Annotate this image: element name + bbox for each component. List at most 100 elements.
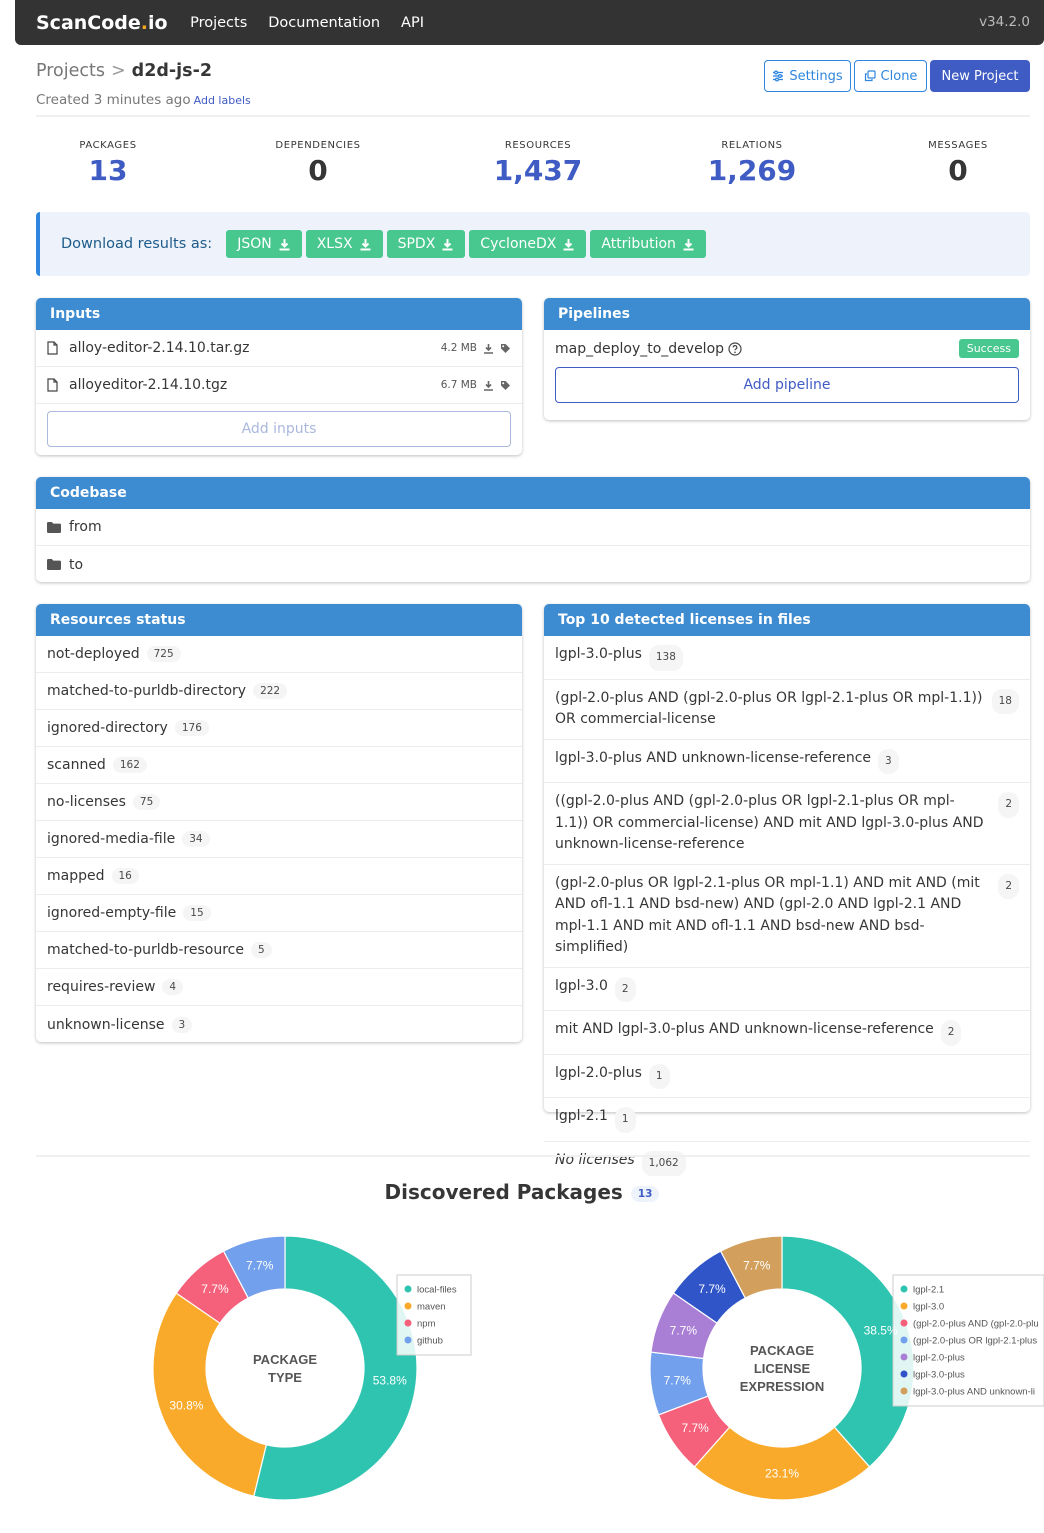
license-row[interactable]: lgpl-2.0-plus 1 (544, 1055, 1030, 1098)
license-row[interactable]: ((gpl-2.0-plus AND (gpl-2.0-plus OR lgpl… (544, 783, 1030, 865)
resource-status-row[interactable]: ignored-empty-file 15 (36, 895, 522, 932)
resource-status-label: ignored-media-file (47, 831, 176, 847)
codebase-dir-row[interactable]: from (36, 509, 1030, 546)
nav-api-link[interactable]: API (391, 15, 435, 31)
license-count: 2 (940, 1020, 962, 1046)
stat-resources[interactable]: RESOURCES 1,437 (488, 140, 588, 187)
license-row[interactable]: lgpl-3.0-plus AND unknown-license-refere… (544, 740, 1030, 783)
resource-status-row[interactable]: ignored-directory 176 (36, 710, 522, 747)
download-attribution-button[interactable]: Attribution (590, 230, 706, 258)
package-license-chart[interactable]: 38.5%23.1%7.7%7.7%7.7%7.7%7.7%PACKAGELIC… (636, 1225, 1044, 1515)
resource-status-row[interactable]: requires-review 4 (36, 969, 522, 1006)
download-format-label: Attribution (601, 236, 676, 252)
status-badge[interactable]: Success (958, 339, 1019, 358)
clone-label: Clone (880, 68, 918, 84)
resource-status-label: no-licenses (47, 794, 126, 810)
legend-item[interactable]: lgpl-3.0-plus AND unknown-li (913, 1387, 1035, 1398)
codebase-panel-title: Codebase (36, 477, 1030, 509)
download-label: Download results as: (61, 236, 213, 252)
slice-percent-label: 30.8% (169, 1399, 203, 1413)
input-file-size: 6.7 MB (440, 379, 477, 391)
resource-status-row[interactable]: scanned 162 (36, 747, 522, 784)
download-json-button[interactable]: JSON (226, 230, 302, 258)
download-cyclonedx-button[interactable]: CycloneDX (469, 230, 587, 258)
stat-value: 1,269 (707, 154, 797, 187)
resource-status-count: 3 (171, 1016, 193, 1033)
chart-center-label: TYPE (268, 1370, 302, 1385)
resource-status-row[interactable]: unknown-license 3 (36, 1006, 522, 1043)
download-icon[interactable] (483, 343, 494, 354)
legend-item[interactable]: lgpl-3.0 (913, 1302, 944, 1313)
legend-item[interactable]: (gpl-2.0-plus OR lgpl-2.1-plus (913, 1336, 1037, 1347)
resource-status-row[interactable]: mapped 16 (36, 858, 522, 895)
legend-swatch (900, 1387, 908, 1395)
license-row[interactable]: lgpl-2.1 1 (544, 1098, 1030, 1142)
legend-item[interactable]: lgpl-2.0-plus (913, 1353, 965, 1364)
legend-item[interactable]: lgpl-3.0-plus (913, 1370, 965, 1381)
input-file-name[interactable]: alloy-editor-2.14.10.tar.gz (69, 340, 249, 356)
legend-swatch (900, 1319, 908, 1327)
input-file-name[interactable]: alloyeditor-2.14.10.tgz (69, 377, 227, 393)
breadcrumb: Projects > d2d-js-2 (36, 61, 212, 81)
tag-icon[interactable] (500, 343, 511, 354)
help-icon[interactable] (728, 341, 742, 356)
license-count: 1 (648, 1063, 670, 1089)
resource-status-label: requires-review (47, 979, 156, 995)
clone-button[interactable]: Clone (854, 60, 927, 92)
download-xlsx-button[interactable]: XLSX (305, 230, 383, 258)
license-row[interactable]: No licenses 1,062 (544, 1142, 1030, 1185)
stat-value: 0 (948, 154, 968, 187)
legend-item[interactable]: lgpl-2.1 (913, 1285, 944, 1296)
legend-item[interactable]: maven (417, 1302, 446, 1313)
license-label: lgpl-2.1 (555, 1108, 608, 1124)
stat-relations[interactable]: RELATIONS 1,269 (702, 140, 802, 187)
file-icon (47, 378, 61, 392)
folder-icon (47, 521, 61, 533)
slice-percent-label: 7.7% (670, 1324, 698, 1338)
add-labels-link[interactable]: Add labels (194, 94, 251, 107)
legend-item[interactable]: local-files (417, 1285, 457, 1296)
resource-status-label: mapped (47, 868, 105, 884)
license-count: 2 (998, 873, 1019, 899)
resource-status-row[interactable]: no-licenses 75 (36, 784, 522, 821)
stat-packages[interactable]: PACKAGES 13 (68, 140, 148, 187)
pipeline-name[interactable]: map_deploy_to_develop (555, 341, 724, 357)
legend-item[interactable]: github (417, 1336, 443, 1347)
nav-projects-link[interactable]: Projects (180, 15, 258, 31)
license-row[interactable]: lgpl-3.0 2 (544, 968, 1030, 1011)
license-label: lgpl-3.0-plus (555, 646, 642, 662)
download-spdx-button[interactable]: SPDX (386, 230, 466, 258)
brand-logo[interactable]: ScanCode.io (36, 12, 168, 34)
nav-documentation-link[interactable]: Documentation (258, 15, 391, 31)
chart-center-label: PACKAGE (750, 1343, 814, 1358)
license-row[interactable]: (gpl-2.0-plus AND (gpl-2.0-plus OR lgpl-… (544, 680, 1030, 740)
breadcrumb-projects-link[interactable]: Projects (36, 61, 105, 81)
tag-icon[interactable] (500, 380, 511, 391)
stat-messages[interactable]: MESSAGES 0 (918, 140, 998, 187)
new-project-button[interactable]: New Project (930, 60, 1030, 92)
stat-label: MESSAGES (928, 140, 988, 151)
resource-status-row[interactable]: not-deployed 725 (36, 636, 522, 673)
resource-status-count: 5 (250, 942, 272, 958)
legend-item[interactable]: npm (417, 1319, 436, 1330)
resource-status-count: 222 (253, 683, 288, 699)
legend-item[interactable]: (gpl-2.0-plus AND (gpl-2.0-plu (913, 1319, 1039, 1330)
package-type-chart[interactable]: 53.8% 30.8% 7.7% 7.7% PACKAGE TYPE local-files… (140, 1225, 480, 1515)
download-icon (683, 238, 694, 250)
discovered-packages-heading: Discovered Packages 13 (0, 1180, 1044, 1204)
stat-dependencies[interactable]: DEPENDENCIES 0 (268, 140, 368, 187)
resource-status-row[interactable]: matched-to-purldb-directory 222 (36, 673, 522, 710)
license-row[interactable]: lgpl-3.0-plus 138 (544, 636, 1030, 680)
chart-center-label: LICENSE (754, 1361, 811, 1376)
codebase-dir-row[interactable]: to (36, 546, 1030, 583)
resource-status-row[interactable]: ignored-media-file 34 (36, 821, 522, 858)
license-row[interactable]: mit AND lgpl-3.0-plus AND unknown-licens… (544, 1011, 1030, 1055)
add-pipeline-button[interactable]: Add pipeline (555, 367, 1019, 403)
download-icon[interactable] (483, 380, 494, 391)
add-inputs-button[interactable]: Add inputs (47, 411, 511, 447)
license-row[interactable]: (gpl-2.0-plus OR lgpl-2.1-plus OR mpl-1.… (544, 865, 1030, 968)
settings-button[interactable]: Settings (764, 60, 851, 92)
resource-status-row[interactable]: matched-to-purldb-resource 5 (36, 932, 522, 969)
pie-slice-maven[interactable] (152, 1292, 268, 1497)
resource-status-label: matched-to-purldb-directory (47, 683, 247, 699)
